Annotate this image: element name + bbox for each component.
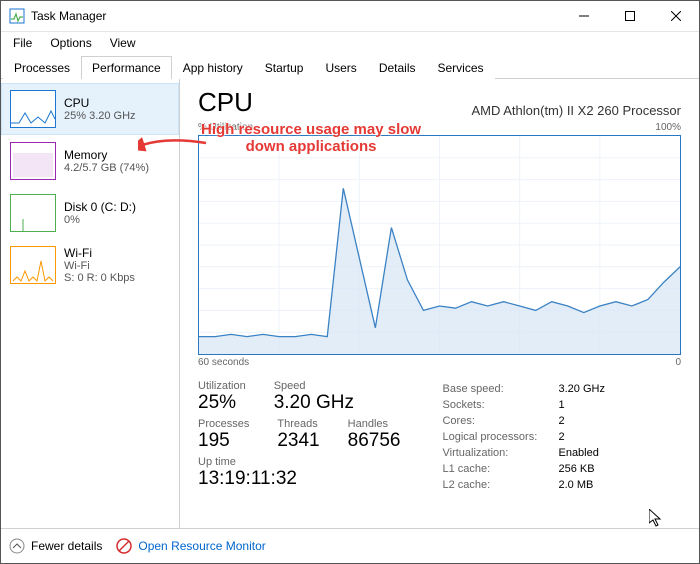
tab-services[interactable]: Services xyxy=(427,56,495,79)
sidebar-disk-title: Disk 0 (C: D:) xyxy=(64,200,136,214)
footer: Fewer details Open Resource Monitor xyxy=(1,528,699,563)
sidebar-wifi-title: Wi-Fi xyxy=(64,246,135,260)
main-panel: CPU AMD Athlon(tm) II X2 260 Processor %… xyxy=(180,79,699,528)
chart-y-max: 100% xyxy=(655,122,681,133)
tab-app-history[interactable]: App history xyxy=(172,56,254,79)
fewer-details-button[interactable]: Fewer details xyxy=(9,538,102,554)
menu-view[interactable]: View xyxy=(102,34,144,52)
tab-users[interactable]: Users xyxy=(314,56,367,79)
tab-performance[interactable]: Performance xyxy=(81,56,172,79)
chart-y-label: % Utilization xyxy=(198,122,253,133)
memory-thumb-icon xyxy=(10,142,56,180)
chart-x-left: 60 seconds xyxy=(198,357,249,368)
menubar: File Options View xyxy=(1,32,699,54)
open-resource-monitor-link[interactable]: Open Resource Monitor xyxy=(116,538,265,554)
cpu-name: AMD Athlon(tm) II X2 260 Processor xyxy=(471,103,681,118)
table-row: Sockets:1 xyxy=(442,398,610,412)
window-title: Task Manager xyxy=(31,9,561,23)
close-button[interactable] xyxy=(653,1,699,31)
handles-value: 86756 xyxy=(348,430,401,452)
wifi-thumb-icon xyxy=(10,246,56,284)
task-manager-window: Task Manager File Options View Processes… xyxy=(0,0,700,564)
sidebar-cpu-sub: 25% 3.20 GHz xyxy=(64,110,136,122)
handles-label: Handles xyxy=(348,418,401,430)
cpu-details-table: Base speed:3.20 GHz Sockets:1 Cores:2 Logic… xyxy=(440,380,612,494)
util-label: Utilization xyxy=(198,380,246,392)
uptime-label: Up time xyxy=(198,456,400,468)
sidebar-memory-sub: 4.2/5.7 GB (74%) xyxy=(64,162,149,174)
table-row: Cores:2 xyxy=(442,414,610,428)
chart-x-right: 0 xyxy=(675,357,681,368)
threads-value: 2341 xyxy=(277,430,319,452)
menu-file[interactable]: File xyxy=(5,34,40,52)
sidebar-wifi-sub: Wi-Fi xyxy=(64,260,135,272)
tabstrip: Processes Performance App history Startu… xyxy=(1,54,699,79)
sidebar-item-cpu[interactable]: CPU25% 3.20 GHz xyxy=(1,83,179,135)
table-row: Base speed:3.20 GHz xyxy=(442,382,610,396)
table-row: L2 cache:2.0 MB xyxy=(442,478,610,492)
tab-startup[interactable]: Startup xyxy=(254,56,315,79)
uptime-value: 13:19:11:32 xyxy=(198,468,400,490)
resource-monitor-icon xyxy=(116,538,132,554)
sidebar-item-disk[interactable]: Disk 0 (C: D:)0% xyxy=(1,187,179,239)
sidebar: CPU25% 3.20 GHz Memory4.2/5.7 GB (74%) D… xyxy=(1,79,180,528)
sidebar-cpu-title: CPU xyxy=(64,96,136,110)
minimize-button[interactable] xyxy=(561,1,607,31)
app-icon xyxy=(9,8,25,24)
page-title: CPU xyxy=(198,87,253,118)
cpu-chart xyxy=(198,135,681,355)
util-value: 25% xyxy=(198,392,246,414)
titlebar[interactable]: Task Manager xyxy=(1,1,699,32)
chevron-up-circle-icon xyxy=(9,538,25,554)
sidebar-item-wifi[interactable]: Wi-FiWi-FiS: 0 R: 0 Kbps xyxy=(1,239,179,291)
disk-thumb-icon xyxy=(10,194,56,232)
tab-processes[interactable]: Processes xyxy=(3,56,81,79)
sidebar-memory-title: Memory xyxy=(64,148,149,162)
procs-label: Processes xyxy=(198,418,249,430)
menu-options[interactable]: Options xyxy=(42,34,99,52)
table-row: Logical processors:2 xyxy=(442,430,610,444)
sidebar-wifi-sub2: S: 0 R: 0 Kbps xyxy=(64,272,135,284)
maximize-button[interactable] xyxy=(607,1,653,31)
speed-label: Speed xyxy=(274,380,354,392)
table-row: L1 cache:256 KB xyxy=(442,462,610,476)
sidebar-disk-sub: 0% xyxy=(64,214,136,226)
cpu-thumb-icon xyxy=(10,90,56,128)
procs-value: 195 xyxy=(198,430,249,452)
threads-label: Threads xyxy=(277,418,319,430)
speed-value: 3.20 GHz xyxy=(274,392,354,414)
tab-details[interactable]: Details xyxy=(368,56,427,79)
sidebar-item-memory[interactable]: Memory4.2/5.7 GB (74%) xyxy=(1,135,179,187)
table-row: Virtualization:Enabled xyxy=(442,446,610,460)
